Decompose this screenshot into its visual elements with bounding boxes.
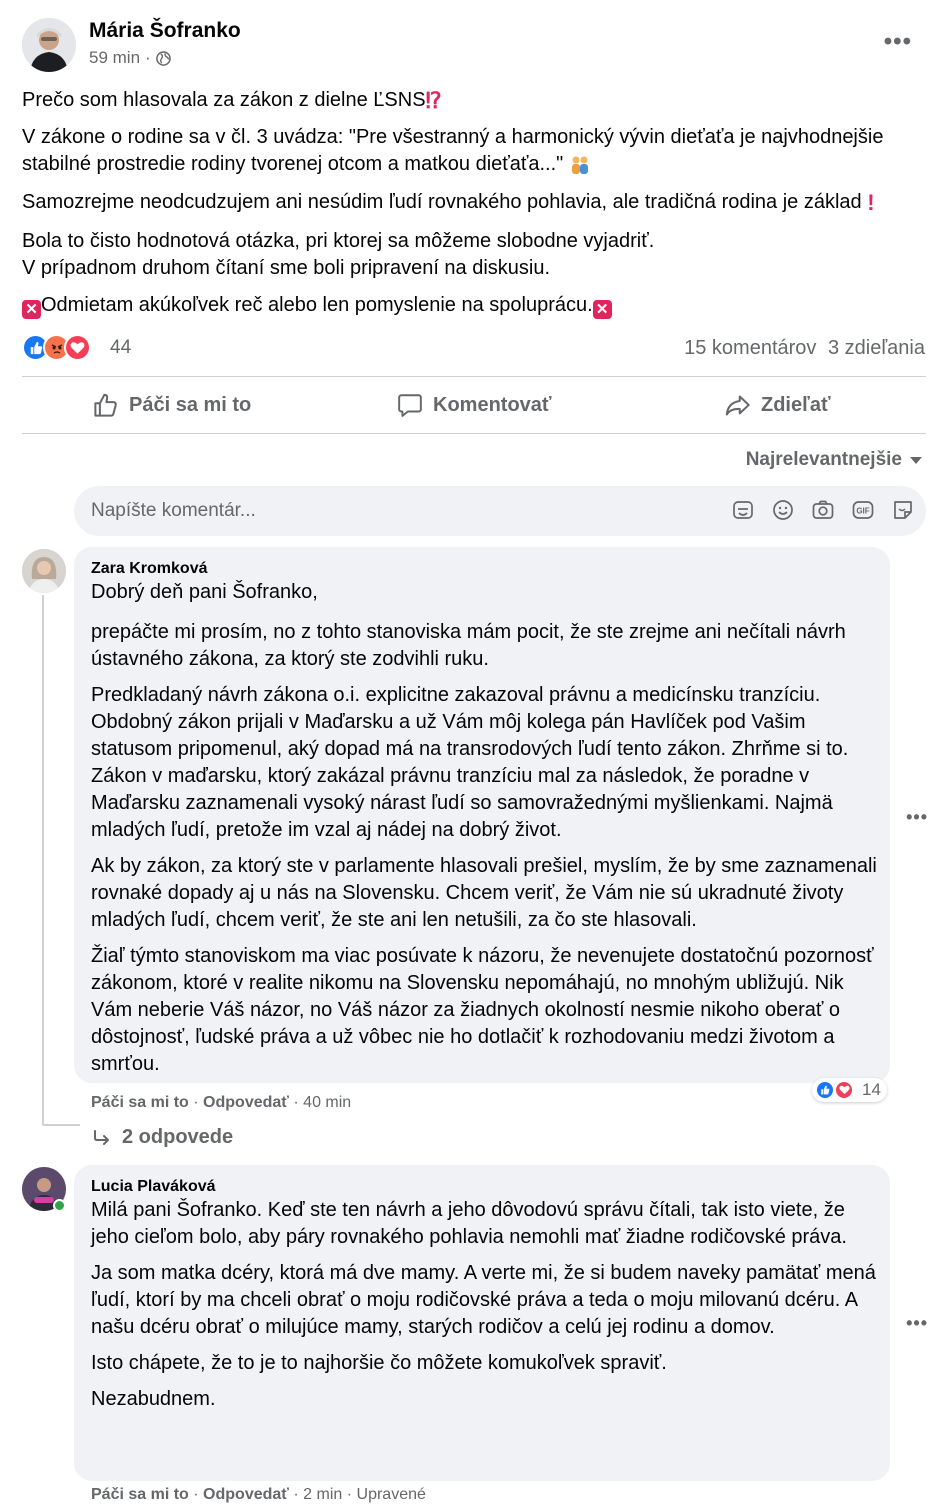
reply-arrow-icon <box>94 1129 109 1145</box>
comment-placeholder: Napíšte komentár... <box>91 500 256 521</box>
comment-paragraph: Dobrý deň pani Šofranko, <box>91 581 318 603</box>
love-icon <box>64 334 91 361</box>
like-icon <box>815 1080 835 1100</box>
comment-paragraph: Predkladaný návrh zákona o.i. explicitne… <box>91 684 849 841</box>
comment-actions: Páči sa mi to · Odpovedať · 2 min · Upra… <box>91 1486 426 1503</box>
more-icon[interactable]: ••• <box>884 30 912 54</box>
share-label: Zdieľať <box>761 394 831 416</box>
view-replies[interactable]: 2 odpovede <box>92 1126 233 1149</box>
thread-line <box>42 595 44 1125</box>
family-emoji <box>571 156 588 174</box>
commenter-name[interactable]: Zara Kromková <box>91 560 881 578</box>
comment-more-icon[interactable]: ••• <box>906 1314 928 1332</box>
online-indicator <box>53 1199 66 1212</box>
comment-label: Komentovať <box>433 393 552 416</box>
comment-text: Milá pani Šofranko. Keď ste ten návrh a … <box>91 1197 881 1413</box>
comment-button[interactable]: Komentovať <box>397 392 552 418</box>
caret-down-icon <box>910 456 922 464</box>
comment-paragraph: Nezabudnem. <box>91 1388 216 1410</box>
comment-paragraph: Ak by zákon, za ktorý ste v parlamente h… <box>91 855 877 931</box>
comment-time[interactable]: 2 min <box>303 1486 342 1503</box>
post-paragraph-5: ✕ Odmietam akúkoľvek reč alebo len pomysl… <box>22 292 922 319</box>
commenter-avatar[interactable] <box>22 549 66 593</box>
thread-connector <box>42 1124 80 1126</box>
comment-content: Zara Kromková Dobrý deň pani Šofranko, p… <box>91 560 881 1087</box>
reaction-count[interactable]: 44 <box>110 337 131 359</box>
comment-paragraph: Milá pani Šofranko. Keď ste ten návrh a … <box>91 1199 847 1248</box>
cross-mark-emoji-end: ✕ <box>592 300 612 319</box>
divider-bottom <box>22 433 926 434</box>
edited-label: Upravené <box>356 1486 426 1503</box>
comment-time[interactable]: 40 min <box>303 1094 351 1111</box>
comment-content: Lucia Plaváková Milá pani Šofranko. Keď … <box>91 1178 881 1422</box>
emoji-icon[interactable] <box>770 497 796 523</box>
comment-reactions[interactable]: 14 <box>812 1078 887 1102</box>
camera-icon[interactable] <box>810 497 836 523</box>
comment-text: Dobrý deň pani Šofranko, prepáčte mi pro… <box>91 579 881 1078</box>
comment-more-icon[interactable]: ••• <box>906 808 928 826</box>
gif-icon[interactable]: GIF <box>850 497 876 523</box>
comment-paragraph: prepáčte mi prosím, no z tohto stanovisk… <box>91 621 846 670</box>
divider-top <box>22 376 926 377</box>
author-avatar[interactable] <box>22 18 76 72</box>
post-paragraph-3: Samozrejme neodcudzujem ani nesúdim ľudí… <box>22 189 922 216</box>
comment-reply-link[interactable]: Odpovedať <box>203 1486 289 1503</box>
globe-icon <box>155 50 171 66</box>
comments-count[interactable]: 15 komentárov <box>684 337 816 359</box>
post-time[interactable]: 59 min <box>89 48 140 68</box>
comment-reply-link[interactable]: Odpovedať <box>203 1094 289 1111</box>
share-button[interactable]: Zdieľať <box>724 392 831 419</box>
thumbs-up-icon <box>94 393 117 417</box>
sort-dropdown[interactable]: Najrelevantnejšie <box>746 449 922 471</box>
comment-like-link[interactable]: Páči sa mi to <box>91 1094 189 1111</box>
sticker-icon[interactable] <box>730 497 756 523</box>
reaction-icons[interactable] <box>22 334 91 361</box>
post-text-1: Prečo som hlasovala za zákon z dielne ĽS… <box>22 89 426 111</box>
comment-icon <box>398 394 422 417</box>
commenter-name[interactable]: Lucia Plaváková <box>91 1178 881 1196</box>
post-text-3: Samozrejme neodcudzujem ani nesúdim ľudí… <box>22 191 862 213</box>
meta-separator: · <box>145 48 151 67</box>
cross-mark-emoji: ✕ <box>22 300 41 319</box>
love-icon <box>834 1080 854 1100</box>
comment-paragraph: Isto chápete, že to je to najhoršie čo m… <box>91 1352 667 1374</box>
svg-text:GIF: GIF <box>856 507 869 516</box>
post-text-5: Odmietam akúkoľvek reč alebo len pomysle… <box>41 294 593 316</box>
post-stats: 15 komentárov 3 zdieľania <box>684 337 925 360</box>
post-text-2: V zákone o rodine sa v čl. 3 uvádza: "Pr… <box>22 126 884 175</box>
post-paragraph-2: V zákone o rodine sa v čl. 3 uvádza: "Pr… <box>22 124 922 178</box>
shares-count[interactable]: 3 zdieľania <box>828 337 925 359</box>
sort-label: Najrelevantnejšie <box>745 449 902 470</box>
replies-label: 2 odpovede <box>122 1126 234 1148</box>
comment-actions: Páči sa mi to · Odpovedať · 40 min <box>91 1094 352 1111</box>
author-name[interactable]: Mária Šofranko <box>89 19 241 43</box>
avatar-sticker-icon[interactable] <box>890 497 916 523</box>
post-meta: 59 min · <box>89 48 171 68</box>
comment-like-link[interactable]: Páči sa mi to <box>91 1486 189 1503</box>
share-icon <box>725 395 750 416</box>
comment-paragraph: Ja som matka dcéry, ktorá má dve mamy. A… <box>91 1262 876 1338</box>
comment-tools: GIF <box>730 497 916 523</box>
exclamation-emoji: ! <box>867 190 875 216</box>
like-label: Páči sa mi to <box>129 394 252 416</box>
post-text-4b: V prípadnom druhom čítaní sme boli pripr… <box>22 257 551 279</box>
post-paragraph-4: Bola to čisto hodnotová otázka, pri ktor… <box>22 228 922 282</box>
interrobang-emoji: ⁉ <box>425 88 442 114</box>
post-text-4a: Bola to čisto hodnotová otázka, pri ktor… <box>22 230 655 252</box>
like-button[interactable]: Páči sa mi to <box>92 392 251 419</box>
post-paragraph-1: Prečo som hlasovala za zákon z dielne ĽS… <box>22 87 922 114</box>
comment-reaction-count: 14 <box>862 1080 881 1099</box>
comment-paragraph: Žiaľ týmto stanoviskom ma viac posúvate … <box>91 945 874 1075</box>
